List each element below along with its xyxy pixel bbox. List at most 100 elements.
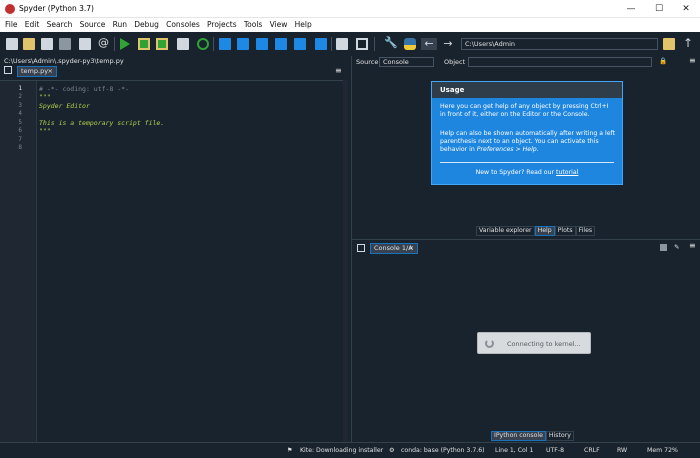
editor-file-path: C:\Users\Admin\.spyder-py3\temp.py [4,57,124,65]
editor-options-menu-icon[interactable]: ≡ [335,66,342,75]
code-line: """ [39,127,51,135]
menu-bar: File Edit Search Source Run Debug Consol… [0,18,700,32]
stop-kernel-icon[interactable] [660,244,667,251]
console-tab-close-icon[interactable]: × [409,244,414,253]
rerun-icon[interactable] [197,38,209,50]
connecting-text: Connecting to kernel... [507,340,581,348]
run-icon[interactable] [120,38,130,50]
preferences-wrench-icon[interactable]: 🔧 [384,37,398,49]
python-path-icon[interactable] [404,38,416,50]
code-line: This is a temporary script file. [39,119,165,127]
menu-help[interactable]: Help [295,18,312,29]
minimize-button[interactable]: — [617,0,645,18]
console-pane-tabs: IPython console History [491,431,574,442]
new-file-icon[interactable] [6,38,18,50]
back-arrow-icon[interactable]: ← [421,38,437,50]
usage-paragraph-1: Here you can get help of any object by p… [440,103,609,118]
forward-arrow-icon[interactable]: → [441,38,455,50]
maximize-button[interactable]: ☐ [645,0,673,18]
run-selection-icon[interactable] [177,38,189,50]
main-area: C:\Users\Admin\.spyder-py3\temp.py temp.… [0,56,700,443]
code-text-area[interactable]: # -*- coding: utf-8 -*- """ Spyder Edito… [36,81,345,443]
tab-variable-explorer[interactable]: Variable explorer [476,226,535,236]
help-toolbar: Source Console Object 🔒 ≡ [352,56,700,68]
browse-tabs-icon[interactable] [4,66,12,74]
menu-run[interactable]: Run [113,18,127,29]
tab-ipython-console[interactable]: IPython console [491,431,546,441]
line-number: 7 [18,136,22,143]
end-of-line: CRLF [584,447,600,454]
menu-file[interactable]: File [5,18,18,29]
conda-icon: ⚙ [389,447,395,454]
toolbar-separator [114,37,115,51]
spyder-logo-icon [5,4,15,14]
menu-source[interactable]: Source [80,18,106,29]
line-number: 5 [18,119,22,126]
memory-usage: Mem 72% [647,447,678,454]
tab-temp-py[interactable]: temp.py × [17,66,57,77]
ipython-console[interactable]: Connecting to kernel... [354,257,699,429]
debug-step-icon[interactable] [237,38,249,50]
source-label: Source [356,58,379,66]
object-input[interactable] [468,57,652,67]
kite-status: Kite: Downloading installer [300,447,384,454]
tab-files[interactable]: Files [575,226,596,236]
clear-console-icon[interactable]: ✎ [674,243,679,251]
source-dropdown[interactable]: Console [379,57,434,67]
menu-tools[interactable]: Tools [244,18,262,29]
close-button[interactable]: ✕ [672,0,700,18]
connecting-indicator: Connecting to kernel... [477,332,591,354]
menu-debug[interactable]: Debug [134,18,159,29]
tutorial-link[interactable]: tutorial [556,169,578,176]
line-number: 8 [18,144,22,151]
tab-close-icon[interactable]: × [48,67,53,76]
cursor-position: Line 1, Col 1 [495,447,534,454]
console-tab-label: Console 1/A [374,244,413,252]
console-pane: Console 1/A × ✎ ≡ Connecting to kernel..… [351,239,700,442]
maximize-pane-icon[interactable] [336,38,348,50]
new-to-spyder-line: New to Spyder? Read our tutorial [432,169,622,176]
tab-history[interactable]: History [545,431,574,441]
console-options-menu-icon[interactable]: ≡ [689,241,696,250]
run-cell-icon[interactable] [138,38,150,50]
help-pane-tabs: Variable explorer Help Plots Files [476,226,596,237]
save-all-icon[interactable] [59,38,71,50]
debug-step-into-icon[interactable] [256,38,268,50]
new-to-spyder-text: New to Spyder? Read our [475,169,557,176]
tab-label: temp.py [21,67,49,75]
browse-console-tabs-icon[interactable] [357,244,365,252]
lock-icon[interactable]: 🔒 [659,57,667,65]
open-file-icon[interactable] [23,38,35,50]
run-cell-advance-icon[interactable] [156,38,168,50]
code-editor[interactable]: 1 2 3 4 5 6 7 8 # -*- coding: utf-8 -*- … [0,80,345,443]
debug-step-return-icon[interactable] [275,38,287,50]
usage-title-bar: Usage [432,82,622,98]
line-number: 4 [18,110,22,117]
editor-scrollbar[interactable] [343,80,348,442]
help-options-menu-icon[interactable]: ≡ [689,56,696,65]
working-directory-field[interactable]: C:\Users\Admin [461,38,658,50]
code-line: Spyder Editor [39,102,90,110]
menu-consoles[interactable]: Consoles [166,18,200,29]
menu-edit[interactable]: Edit [25,18,40,29]
help-pane: Source Console Object 🔒 ≡ Usage Here you… [351,56,700,239]
fullscreen-icon[interactable] [356,38,368,50]
usage-title: Usage [440,86,465,94]
file-list-icon[interactable] [79,38,91,50]
tab-console-1a[interactable]: Console 1/A × [370,243,418,254]
debug-icon[interactable] [219,38,231,50]
line-number-gutter: 1 2 3 4 5 6 7 8 [0,81,34,443]
save-file-icon[interactable] [41,38,53,50]
browse-folder-icon[interactable] [663,38,675,50]
menu-view[interactable]: View [270,18,288,29]
debug-stop-icon[interactable] [315,38,327,50]
menu-projects[interactable]: Projects [207,18,237,29]
toolbar-separator [374,37,375,51]
usage-divider [440,162,614,163]
tab-help[interactable]: Help [534,226,555,236]
debug-continue-icon[interactable] [294,38,306,50]
parent-folder-arrow-icon[interactable]: ↑ [683,37,695,49]
tab-plots[interactable]: Plots [554,226,576,236]
at-symbol-icon[interactable]: @ [98,37,110,49]
menu-search[interactable]: Search [47,18,73,29]
